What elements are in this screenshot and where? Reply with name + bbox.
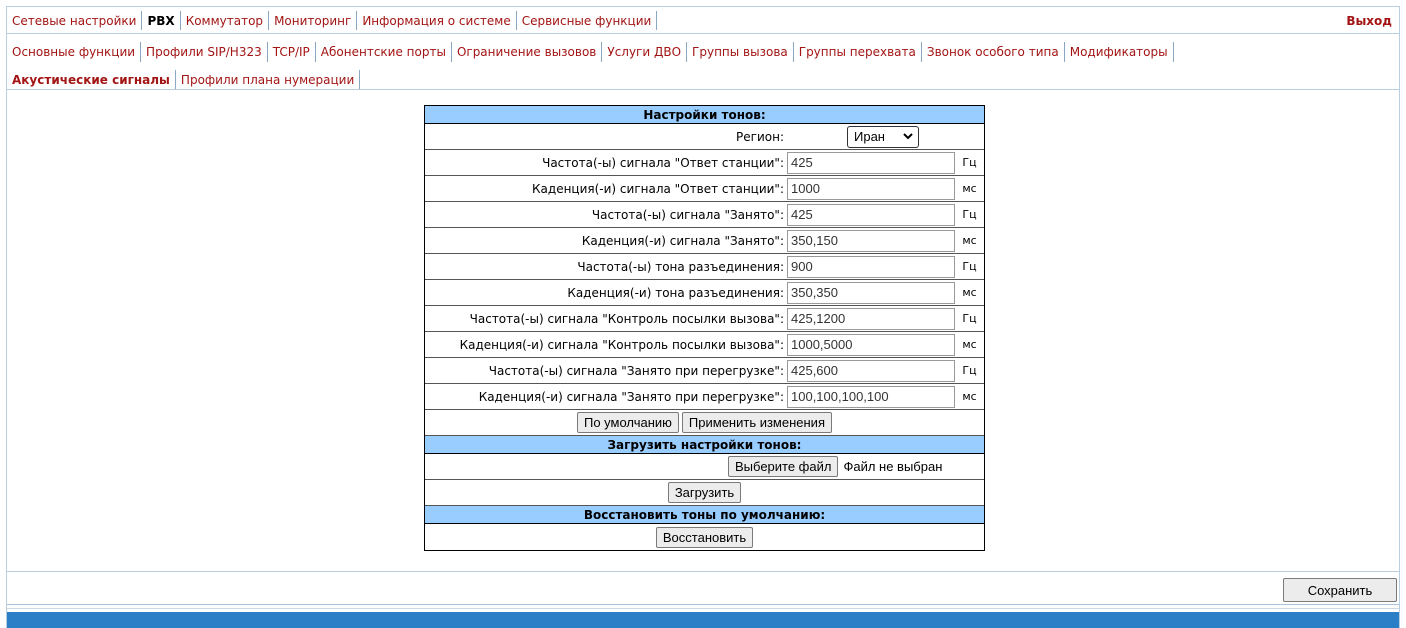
sub-menu-distinctive-ring[interactable]: Звонок особого типа	[922, 42, 1065, 62]
tone-row: Каденция(-и) тона разъединения: мс	[425, 280, 984, 306]
tone-label: Частота(-ы) сигнала "Контроль посылки вы…	[469, 311, 784, 326]
dial-tone-cadence-input[interactable]	[787, 177, 955, 200]
default-button[interactable]: По умолчанию	[577, 412, 679, 433]
sub-menu-2: Акустические сигналы Профили плана нумер…	[7, 70, 361, 90]
tone-row: Частота(-ы) сигнала "Ответ станции": Гц	[425, 150, 984, 176]
top-menu-pbx[interactable]: PBX	[142, 11, 181, 30]
unit-label: Гц	[962, 156, 977, 169]
upload-row: Загрузить	[425, 480, 984, 506]
tone-label: Каденция(-и) сигнала "Контроль посылки в…	[459, 337, 784, 352]
ringback-cadence-input[interactable]	[787, 333, 955, 356]
sub-menu-dvo-services[interactable]: Услуги ДВО	[602, 42, 688, 62]
unit-label: Гц	[962, 208, 977, 221]
tone-settings-panel: Настройки тонов: Регион: Иран Частота(-ы…	[424, 105, 985, 551]
upload-header: Загрузить настройки тонов:	[425, 436, 984, 454]
tone-label: Частота(-ы) тона разъединения:	[577, 259, 784, 274]
restore-header: Восстановить тоны по умолчанию:	[425, 506, 984, 524]
upload-button[interactable]: Загрузить	[667, 482, 742, 503]
top-menu-system-info[interactable]: Информация о системе	[357, 11, 517, 30]
restore-button[interactable]: Восстановить	[655, 526, 754, 548]
sub-menu-sip-h323-profiles[interactable]: Профили SIP/H323	[141, 42, 268, 62]
sub-menu-tcp-ip[interactable]: TCP/IP	[268, 42, 316, 62]
tone-label: Каденция(-и) сигнала "Ответ станции":	[532, 181, 784, 196]
tone-label: Частота(-ы) сигнала "Занято при перегруз…	[488, 363, 784, 378]
unit-label: мс	[962, 286, 977, 299]
sub-menu-basic-functions[interactable]: Основные функции	[7, 42, 142, 62]
tone-label: Частота(-ы) сигнала "Ответ станции":	[542, 155, 784, 170]
congestion-cadence-input[interactable]	[787, 385, 955, 408]
tone-row: Каденция(-и) сигнала "Ответ станции": мс	[425, 176, 984, 202]
save-button[interactable]: Сохранить	[1283, 578, 1397, 602]
tone-settings-header: Настройки тонов:	[425, 106, 984, 124]
top-menu-monitoring[interactable]: Мониторинг	[269, 11, 358, 30]
tone-row: Частота(-ы) тона разъединения: Гц	[425, 254, 984, 280]
tone-row: Каденция(-и) сигнала "Занято при перегру…	[425, 384, 984, 410]
unit-label: Гц	[962, 364, 977, 377]
top-menu-service-functions[interactable]: Сервисные функции	[517, 11, 658, 30]
busy-cadence-input[interactable]	[787, 229, 955, 252]
top-menu-network-settings[interactable]: Сетевые настройки	[7, 11, 143, 30]
exit-link[interactable]: Выход	[1346, 11, 1392, 30]
tone-row: Каденция(-и) сигнала "Занято": мс	[425, 228, 984, 254]
unit-label: Гц	[962, 312, 977, 325]
footer-line	[7, 608, 1399, 609]
divider	[7, 89, 1399, 90]
restore-row: Восстановить	[425, 524, 984, 550]
apply-changes-button[interactable]: Применить изменения	[681, 412, 832, 433]
ringback-frequency-input[interactable]	[787, 307, 955, 330]
sub-menu-subscriber-ports[interactable]: Абонентские порты	[316, 42, 452, 62]
top-menu: Сетевые настройки PBX Коммутатор Монитор…	[7, 11, 658, 30]
sub-menu-modifiers[interactable]: Модификаторы	[1065, 42, 1174, 62]
divider	[7, 571, 1399, 572]
divider	[7, 33, 1399, 34]
disconnect-frequency-input[interactable]	[787, 255, 955, 278]
unit-label: мс	[962, 338, 977, 351]
sub-menu-numbering-plan-profiles[interactable]: Профили плана нумерации	[174, 70, 361, 90]
tone-row: Частота(-ы) сигнала "Занято": Гц	[425, 202, 984, 228]
tone-row: Частота(-ы) сигнала "Контроль посылки вы…	[425, 306, 984, 332]
top-menu-switch[interactable]: Коммутатор	[181, 11, 270, 30]
tone-label: Каденция(-и) сигнала "Занято":	[581, 233, 784, 248]
congestion-frequency-input[interactable]	[787, 359, 955, 382]
sub-menu-pickup-groups[interactable]: Группы перехвата	[794, 42, 922, 62]
tone-row: Каденция(-и) сигнала "Контроль посылки в…	[425, 332, 984, 358]
tone-label: Каденция(-и) тона разъединения:	[567, 285, 784, 300]
busy-frequency-input[interactable]	[787, 203, 955, 226]
footer-bar	[7, 612, 1399, 628]
sub-menu: Основные функции Профили SIP/H323 TCP/IP…	[7, 42, 1174, 62]
file-chooser-row: Выберите файл Файл не выбран	[425, 454, 984, 480]
tone-actions-row: По умолчанию Применить изменения	[425, 410, 984, 436]
unit-label: мс	[962, 182, 977, 195]
choose-file-button[interactable]: Выберите файл	[728, 456, 839, 477]
sub-menu-acoustic-signals[interactable]: Акустические сигналы	[7, 70, 175, 90]
unit-label: Гц	[962, 260, 977, 273]
tone-label: Частота(-ы) сигнала "Занято":	[591, 207, 784, 222]
unit-label: мс	[962, 390, 977, 403]
sub-menu-call-groups[interactable]: Группы вызова	[687, 42, 794, 62]
dial-tone-frequency-input[interactable]	[787, 151, 955, 174]
region-label: Регион:	[736, 129, 784, 144]
tone-row: Частота(-ы) сигнала "Занято при перегруз…	[425, 358, 984, 384]
unit-label: мс	[962, 234, 977, 247]
chevron-down-icon	[903, 133, 913, 140]
disconnect-cadence-input[interactable]	[787, 281, 955, 304]
footer-line	[7, 604, 1399, 605]
region-select[interactable]: Иран	[847, 125, 919, 148]
tone-label: Каденция(-и) сигнала "Занято при перегру…	[478, 389, 784, 404]
region-value: Иран	[854, 129, 885, 144]
no-file-label: Файл не выбран	[843, 459, 943, 474]
region-row: Регион: Иран	[425, 124, 984, 150]
sub-menu-call-restriction[interactable]: Ограничение вызовов	[452, 42, 603, 62]
